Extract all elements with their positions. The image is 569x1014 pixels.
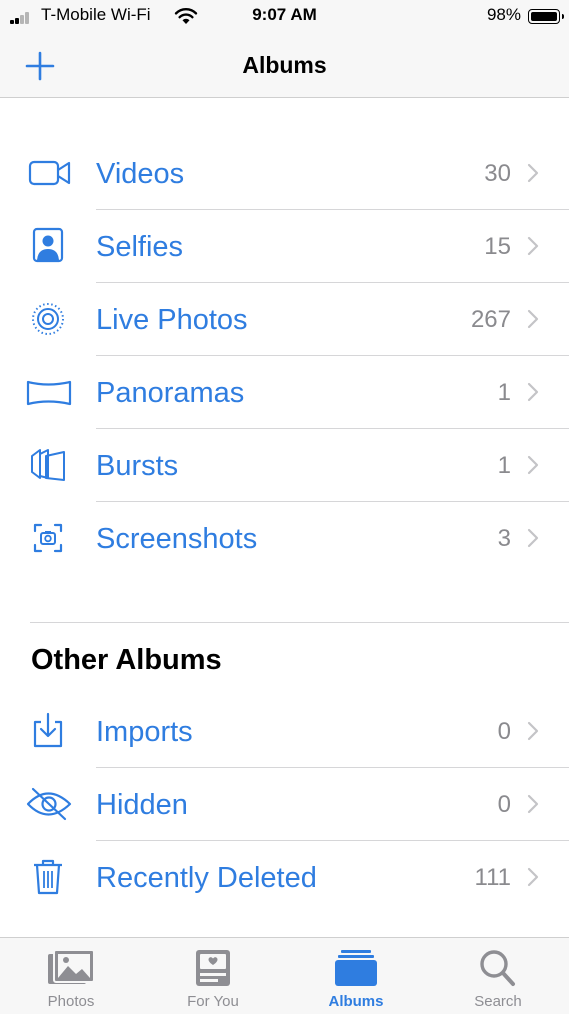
album-row-selfies[interactable]: Selfies 15 <box>0 210 569 283</box>
tab-bar: Photos For You Albums Search <box>0 937 569 1014</box>
panorama-icon <box>26 380 72 406</box>
page-title: Albums <box>242 52 327 78</box>
album-row-panoramas[interactable]: Panoramas 1 <box>0 356 569 429</box>
album-label: Hidden <box>96 789 188 821</box>
tab-for-you[interactable]: For You <box>142 938 284 1014</box>
battery-percentage: 98% <box>486 5 521 24</box>
album-label: Live Photos <box>96 304 248 336</box>
album-label: Selfies <box>96 231 184 263</box>
tab-label: For You <box>187 993 239 1010</box>
album-count: 15 <box>484 233 511 260</box>
albums-icon <box>335 950 377 986</box>
chevron-right-icon <box>527 794 539 814</box>
screenshot-icon <box>33 523 63 553</box>
album-label: Videos <box>96 158 185 190</box>
tab-label: Photos <box>47 993 95 1010</box>
album-count: 3 <box>497 525 511 552</box>
portrait-icon <box>32 227 64 263</box>
chevron-right-icon <box>527 528 539 548</box>
album-row-recently-deleted[interactable]: Recently Deleted 111 <box>0 841 569 914</box>
section-divider <box>30 622 569 623</box>
album-label: Bursts <box>96 450 179 482</box>
album-label: Recently Deleted <box>96 862 317 894</box>
album-row-imports[interactable]: Imports 0 <box>0 695 569 768</box>
video-camera-icon <box>28 160 71 186</box>
trash-icon <box>34 859 62 895</box>
chevron-right-icon <box>527 721 539 741</box>
tab-albums[interactable]: Albums <box>285 938 427 1014</box>
navigation-bar: Albums <box>0 32 569 98</box>
battery-icon <box>528 9 564 24</box>
bursts-icon <box>31 449 65 481</box>
status-bar: T-Mobile Wi-Fi 9:07 AM 98% <box>0 0 569 32</box>
album-label: Screenshots <box>96 523 258 555</box>
chevron-right-icon <box>527 455 539 475</box>
import-icon <box>33 712 63 748</box>
live-photo-icon <box>32 303 64 335</box>
tab-search[interactable]: Search <box>427 938 569 1014</box>
album-count: 1 <box>497 379 511 406</box>
album-row-bursts[interactable]: Bursts 1 <box>0 429 569 502</box>
album-row-live-photos[interactable]: Live Photos 267 <box>0 283 569 356</box>
clock: 9:07 AM <box>252 5 317 24</box>
album-row-hidden[interactable]: Hidden 0 <box>0 768 569 841</box>
tab-label: Albums <box>328 993 384 1010</box>
search-icon <box>480 950 515 986</box>
chevron-right-icon <box>527 236 539 256</box>
album-count: 30 <box>484 160 511 187</box>
album-count: 0 <box>497 791 511 818</box>
tab-photos[interactable]: Photos <box>0 938 142 1014</box>
album-count: 111 <box>474 864 511 891</box>
photos-icon <box>48 949 95 984</box>
for-you-icon <box>196 950 230 986</box>
tab-label: Search <box>474 993 522 1010</box>
chevron-right-icon <box>527 382 539 402</box>
eye-slash-icon <box>26 787 72 821</box>
album-count: 0 <box>497 718 511 745</box>
chevron-right-icon <box>527 867 539 887</box>
album-count: 267 <box>470 306 511 333</box>
album-label: Imports <box>96 716 193 748</box>
album-label: Panoramas <box>96 377 245 409</box>
album-row-videos[interactable]: Videos 30 <box>0 137 569 210</box>
album-row-screenshots[interactable]: Screenshots 3 <box>0 502 569 575</box>
album-count: 1 <box>497 452 511 479</box>
chevron-right-icon <box>527 309 539 329</box>
section-title-other-albums: Other Albums <box>31 644 222 676</box>
chevron-right-icon <box>527 163 539 183</box>
